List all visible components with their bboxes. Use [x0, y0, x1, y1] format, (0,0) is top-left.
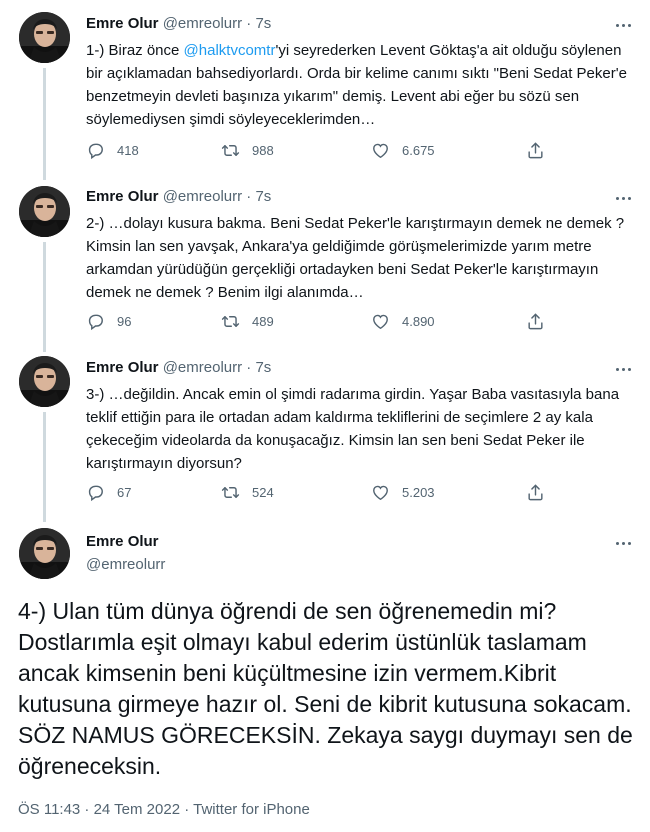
thread-tweet-1[interactable]: Emre Olur @emreolurr · 7s 1-) Biraz önce… [0, 0, 650, 180]
reply-count: 67 [117, 485, 132, 500]
more-icon[interactable] [613, 16, 633, 34]
tweet-text-start: 1-) Biraz önce [86, 42, 184, 59]
retweet-icon [221, 483, 240, 502]
like-count: 4.890 [402, 314, 435, 329]
retweet-button[interactable]: 988 [221, 141, 274, 160]
more-icon[interactable] [613, 534, 633, 552]
tweet-time[interactable]: 7s [255, 15, 271, 32]
heart-icon [371, 312, 390, 331]
share-button[interactable] [526, 483, 557, 502]
retweet-icon [221, 141, 240, 160]
thread-connector [43, 412, 46, 522]
share-icon [526, 312, 545, 331]
retweet-icon [221, 312, 240, 331]
tweet-time[interactable]: 7s [255, 188, 271, 205]
thread-tweet-3[interactable]: Emre Olur @emreolurr · 7s 3-) …değildin.… [0, 350, 650, 522]
main-tweet: Emre Olur @emreolurr 4-) Ulan tüm dünya … [0, 520, 650, 832]
like-count: 5.203 [402, 485, 435, 500]
tweet-text: 3-) …değildin. Ancak emin ol şimdi radar… [86, 386, 620, 472]
more-icon[interactable] [613, 189, 633, 207]
user-handle[interactable]: @emreolurr [86, 556, 165, 573]
reply-icon [86, 312, 105, 331]
tweet-actions: 67 524 5.203 [86, 483, 556, 503]
retweet-count: 489 [252, 314, 274, 329]
more-icon[interactable] [613, 360, 633, 378]
avatar[interactable] [19, 12, 70, 63]
share-button[interactable] [526, 312, 557, 331]
reply-count: 418 [117, 143, 139, 158]
share-icon [526, 483, 545, 502]
user-handle[interactable]: @emreolurr [163, 15, 242, 32]
main-tweet-text: 4-) Ulan tüm dünya öğrendi de sen öğrene… [18, 598, 633, 779]
like-button[interactable]: 5.203 [371, 483, 435, 502]
tweet-actions: 96 489 4.890 [86, 312, 556, 332]
like-count: 6.675 [402, 143, 435, 158]
reply-icon [86, 141, 105, 160]
retweet-count: 988 [252, 143, 274, 158]
reply-button[interactable]: 96 [86, 312, 131, 331]
heart-icon [371, 483, 390, 502]
thread-connector [43, 68, 46, 180]
tweet-header: Emre Olur @emreolurr · 7s [86, 188, 271, 206]
thread-connector [43, 242, 46, 352]
display-name[interactable]: Emre Olur [86, 533, 159, 550]
tweet-time[interactable]: 7s [255, 359, 271, 376]
display-name[interactable]: Emre Olur [86, 188, 159, 205]
retweet-count: 524 [252, 485, 274, 500]
separator: · [246, 15, 252, 32]
tweet-actions: 418 988 6.675 [86, 141, 556, 161]
tweet-header: Emre Olur @emreolurr · 7s [86, 15, 271, 33]
retweet-button[interactable]: 524 [221, 483, 274, 502]
heart-icon [371, 141, 390, 160]
tweet-text: 1-) Biraz önce @halktvcomtr'yi seyrederk… [86, 39, 632, 131]
tweet-text: 2-) …dolayı kusura bakma. Beni Sedat Pek… [86, 215, 625, 301]
reply-button[interactable]: 418 [86, 141, 139, 160]
display-name[interactable]: Emre Olur [86, 359, 159, 376]
user-handle[interactable]: @emreolurr [163, 188, 242, 205]
share-icon [526, 141, 545, 160]
reply-button[interactable]: 67 [86, 483, 131, 502]
main-display-name: Emre Olur [86, 533, 159, 551]
retweet-button[interactable]: 489 [221, 312, 274, 331]
separator: · [246, 359, 252, 376]
like-button[interactable]: 4.890 [371, 312, 435, 331]
share-button[interactable] [526, 141, 557, 160]
separator: · [246, 188, 252, 205]
tweet-timestamp[interactable]: ÖS 11:43 · 24 Tem 2022 · Twitter for iPh… [18, 801, 310, 818]
thread-tweet-2[interactable]: Emre Olur @emreolurr · 7s 2-) …dolayı ku… [0, 178, 650, 352]
display-name[interactable]: Emre Olur [86, 15, 159, 32]
mention-link[interactable]: @halktvcomtr [184, 42, 276, 59]
main-handle-row: @emreolurr [86, 556, 165, 574]
user-handle[interactable]: @emreolurr [163, 359, 242, 376]
tweet-header: Emre Olur @emreolurr · 7s [86, 359, 271, 377]
avatar[interactable] [19, 528, 70, 579]
reply-count: 96 [117, 314, 132, 329]
like-button[interactable]: 6.675 [371, 141, 435, 160]
avatar[interactable] [19, 186, 70, 237]
avatar[interactable] [19, 356, 70, 407]
reply-icon [86, 483, 105, 502]
